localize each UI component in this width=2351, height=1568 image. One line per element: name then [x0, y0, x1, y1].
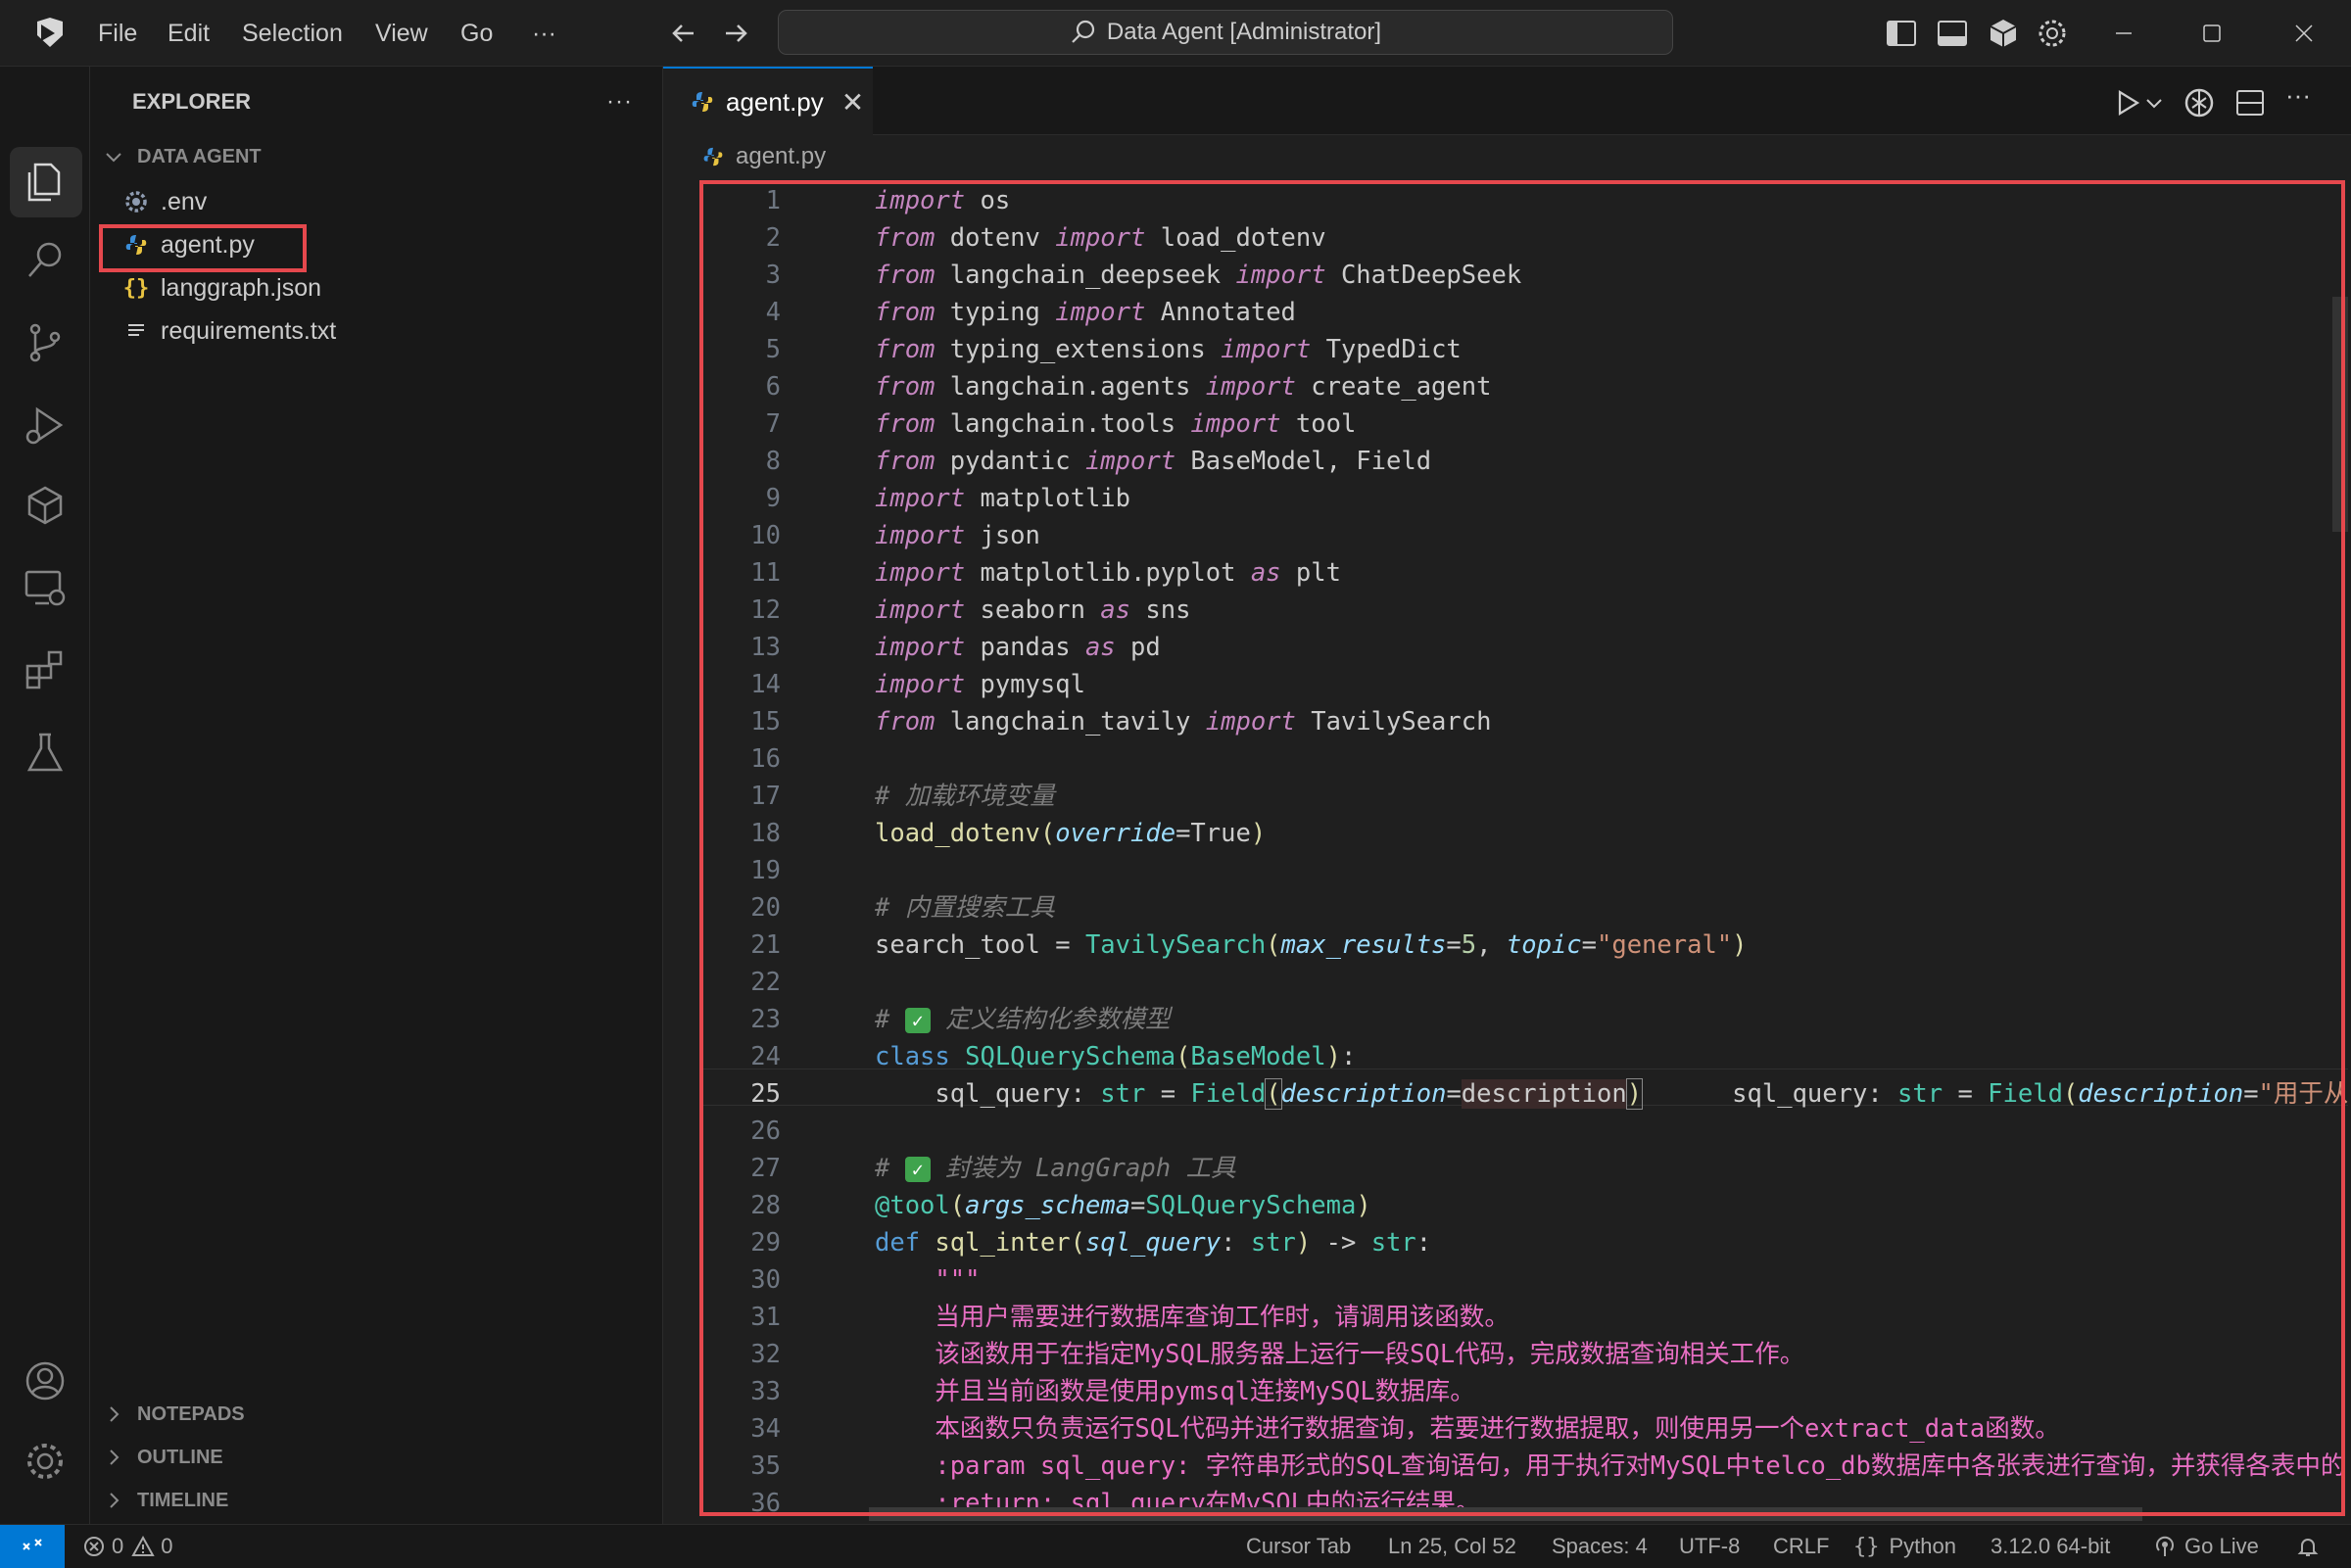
- section-label: NOTEPADS: [137, 1402, 245, 1425]
- remote-explorer-icon[interactable]: [22, 564, 69, 611]
- python-file-icon: [692, 92, 713, 112]
- problems-indicator[interactable]: 0 0: [82, 1525, 173, 1568]
- manage-gear-icon[interactable]: [22, 1438, 69, 1485]
- breadcrumb-file: agent.py: [736, 143, 827, 169]
- toggle-panel-icon[interactable]: [1936, 17, 1969, 50]
- menu-file[interactable]: File: [98, 0, 137, 67]
- chevron-right-icon: [110, 1493, 120, 1508]
- language-label: Python: [1889, 1534, 1957, 1558]
- agent-py-highlight-box: [99, 224, 307, 272]
- tab-agent-py[interactable]: agent.py ✕: [663, 67, 873, 135]
- section-label: TIMELINE: [137, 1489, 229, 1511]
- folder-label: DATA AGENT: [137, 145, 262, 167]
- section-timeline[interactable]: TIMELINE: [102, 1489, 228, 1512]
- remote-icon: [23, 1539, 42, 1550]
- indentation-status[interactable]: Spaces: 4: [1552, 1525, 1648, 1568]
- code-highlight-box: [699, 180, 2345, 1516]
- remote-indicator[interactable]: [0, 1525, 65, 1568]
- back-arrow-icon[interactable]: [666, 16, 701, 51]
- split-editor-icon[interactable]: [2233, 86, 2267, 119]
- command-center-search[interactable]: Data Agent [Administrator]: [778, 10, 1673, 55]
- chevron-down-icon: [106, 153, 121, 163]
- braces-icon: {}: [1853, 1534, 1880, 1559]
- chevron-down-icon[interactable]: [2142, 86, 2166, 119]
- section-outline[interactable]: OUTLINE: [102, 1446, 223, 1469]
- explorer-sidebar: EXPLORER ··· DATA AGENT .env agent.py {}…: [90, 67, 663, 1524]
- testing-flask-icon[interactable]: [22, 729, 69, 776]
- accounts-icon[interactable]: [22, 1357, 69, 1404]
- chevron-right-icon: [110, 1406, 120, 1422]
- file-env[interactable]: .env: [123, 180, 207, 223]
- gear-icon: [123, 189, 149, 214]
- file-label: langgraph.json: [161, 273, 322, 302]
- sidebar-more-button[interactable]: ···: [606, 88, 633, 116]
- language-mode[interactable]: {} Python: [1853, 1525, 1956, 1568]
- sidebar-title: EXPLORER: [132, 89, 252, 114]
- status-bar: 0 0 Cursor Tab Ln 25, Col 52 Spaces: 4 U…: [0, 1524, 2351, 1568]
- cursor-position[interactable]: Ln 25, Col 52: [1388, 1525, 1516, 1568]
- command-center-label: Data Agent [Administrator]: [1106, 19, 1382, 45]
- source-control-icon[interactable]: [22, 319, 69, 366]
- run-and-debug-icon[interactable]: [22, 402, 69, 449]
- menu-view[interactable]: View: [375, 0, 428, 67]
- app-logo-icon: [37, 18, 63, 47]
- menu-go[interactable]: Go: [460, 0, 493, 67]
- extension-cube-icon[interactable]: [1987, 17, 2020, 50]
- go-live-label: Go Live: [2184, 1534, 2259, 1558]
- warning-icon: [131, 1535, 155, 1556]
- warning-count: 0: [161, 1534, 173, 1558]
- file-label: requirements.txt: [161, 316, 337, 345]
- file-requirements-txt[interactable]: requirements.txt: [123, 309, 336, 353]
- forward-arrow-icon[interactable]: [718, 16, 753, 51]
- tab-bar: agent.py ✕ ···: [663, 67, 2351, 135]
- json-braces-icon: {}: [122, 275, 150, 301]
- title-bar: File Edit Selection View Go ··· Data Age…: [0, 0, 2351, 67]
- menu-edit[interactable]: Edit: [168, 0, 210, 67]
- editor-more-button[interactable]: ···: [2285, 80, 2319, 114]
- explorer-files-icon[interactable]: [22, 159, 69, 206]
- activity-bar: [0, 67, 90, 1524]
- tab-label: agent.py: [726, 86, 824, 117]
- breadcrumb[interactable]: agent.py: [702, 143, 826, 170]
- text-lines-icon: [123, 318, 149, 344]
- section-label: OUTLINE: [137, 1446, 223, 1468]
- menu-selection[interactable]: Selection: [242, 0, 343, 67]
- python-interpreter[interactable]: 3.12.0 64-bit: [1991, 1525, 2110, 1568]
- eol-status[interactable]: CRLF: [1773, 1525, 1829, 1568]
- search-icon: [1072, 20, 1095, 43]
- menu-more[interactable]: ···: [532, 0, 556, 67]
- notifications-bell[interactable]: [2296, 1525, 2320, 1568]
- ai-chat-icon[interactable]: [2183, 86, 2216, 119]
- python-file-icon: [703, 147, 723, 166]
- close-tab-icon[interactable]: ✕: [841, 86, 864, 119]
- settings-gear-icon[interactable]: [2036, 17, 2069, 50]
- close-window-icon[interactable]: [2284, 14, 2324, 53]
- file-langgraph-json[interactable]: {} langgraph.json: [123, 266, 321, 309]
- search-icon[interactable]: [22, 237, 69, 284]
- chevron-right-icon: [110, 1449, 120, 1465]
- file-label: .env: [161, 187, 208, 215]
- error-icon: [84, 1537, 104, 1556]
- go-live-button[interactable]: Go Live: [2153, 1525, 2259, 1568]
- cursor-tab-status[interactable]: Cursor Tab: [1246, 1525, 1351, 1568]
- error-count: 0: [112, 1534, 124, 1558]
- packages-cube-icon[interactable]: [22, 482, 69, 529]
- folder-data-agent[interactable]: DATA AGENT: [102, 145, 262, 168]
- bell-icon: [2297, 1539, 2319, 1556]
- run-play-icon[interactable]: [2111, 86, 2144, 119]
- section-notepads[interactable]: NOTEPADS: [102, 1402, 245, 1426]
- toggle-primary-sidebar-icon[interactable]: [1885, 17, 1918, 50]
- maximize-icon[interactable]: [2192, 14, 2231, 53]
- extensions-icon[interactable]: [22, 646, 69, 693]
- broadcast-icon: [2156, 1536, 2174, 1556]
- minimize-icon[interactable]: [2104, 14, 2143, 53]
- encoding-status[interactable]: UTF-8: [1679, 1525, 1740, 1568]
